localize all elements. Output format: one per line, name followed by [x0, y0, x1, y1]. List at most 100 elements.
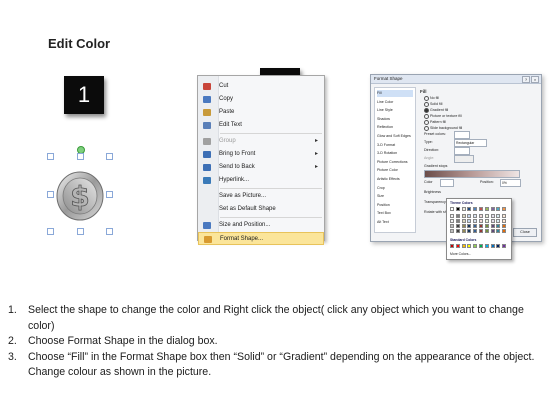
color-swatch-shade[interactable]: [484, 229, 489, 233]
nav-item-picture-color[interactable]: Picture Color: [377, 167, 413, 174]
color-swatch-theme[interactable]: [490, 207, 495, 211]
color-swatch-standard[interactable]: [502, 244, 507, 248]
color-swatch-theme[interactable]: [455, 207, 460, 211]
color-swatch-tint[interactable]: [450, 219, 454, 223]
color-swatch-tint[interactable]: [502, 219, 507, 223]
nav-item-3-d-format[interactable]: 3-D Format: [377, 142, 413, 149]
nav-item-line-color[interactable]: Line Color: [377, 99, 413, 106]
menu-item-format-shape[interactable]: Format Shape...: [198, 232, 324, 245]
color-swatch-tint[interactable]: [473, 214, 478, 218]
type-dropdown[interactable]: Rectangular: [454, 139, 487, 147]
color-swatch-tint[interactable]: [490, 219, 495, 223]
nav-item-shadow[interactable]: Shadow: [377, 116, 413, 123]
radio-button[interactable]: [424, 113, 429, 119]
menu-item-set-as-default-shape[interactable]: Set as Default Shape: [198, 203, 324, 216]
color-swatch-shade[interactable]: [467, 224, 472, 228]
color-swatch-theme[interactable]: [450, 207, 454, 211]
color-swatch-tint[interactable]: [461, 219, 466, 223]
color-swatch-tint[interactable]: [479, 219, 483, 223]
menu-item-cut[interactable]: Cut: [198, 80, 324, 93]
direction-dropdown[interactable]: [454, 147, 470, 155]
color-swatch-theme[interactable]: [496, 207, 501, 211]
color-swatch-tint[interactable]: [496, 214, 501, 218]
menu-item-size-and-position[interactable]: Size and Position...: [198, 219, 324, 232]
preset-colors-dropdown[interactable]: [454, 131, 470, 139]
color-swatch-tint[interactable]: [455, 219, 460, 223]
nav-item-position[interactable]: Position: [377, 202, 413, 209]
color-swatch-tint[interactable]: [455, 214, 460, 218]
color-swatch-shade[interactable]: [479, 229, 483, 233]
menu-item-copy[interactable]: Copy: [198, 93, 324, 106]
nav-item-picture-corrections[interactable]: Picture Corrections: [377, 159, 413, 166]
radio-button[interactable]: [424, 119, 429, 125]
color-swatch-shade[interactable]: [461, 224, 466, 228]
close-button[interactable]: Close: [513, 228, 537, 237]
color-swatch-shade[interactable]: [490, 229, 495, 233]
color-swatch-shade[interactable]: [473, 229, 478, 233]
color-swatch-shade[interactable]: [502, 229, 507, 233]
color-swatch-shade[interactable]: [479, 224, 483, 228]
menu-item-paste[interactable]: Paste: [198, 106, 324, 119]
color-swatch-standard[interactable]: [479, 244, 483, 248]
menu-item-send-to-back[interactable]: Send to Back ▸: [198, 161, 324, 174]
radio-button[interactable]: [424, 101, 429, 107]
nav-item-fill[interactable]: Fill: [377, 90, 413, 97]
menu-item-bring-to-front[interactable]: Bring to Front ▸: [198, 148, 324, 161]
color-swatch-standard[interactable]: [461, 244, 466, 248]
nav-item-alt-text[interactable]: Alt Text: [377, 219, 413, 226]
color-swatch-tint[interactable]: [502, 214, 507, 218]
close-icon[interactable]: ×: [531, 76, 539, 83]
nav-item-artistic-effects[interactable]: Artistic Effects: [377, 176, 413, 183]
color-swatch-shade[interactable]: [455, 229, 460, 233]
radio-button[interactable]: [424, 107, 429, 113]
color-swatch-theme[interactable]: [502, 207, 507, 211]
color-swatch-standard[interactable]: [473, 244, 478, 248]
color-swatch-standard[interactable]: [450, 244, 454, 248]
color-swatch-shade[interactable]: [473, 224, 478, 228]
color-swatch-theme[interactable]: [461, 207, 466, 211]
more-colors-link[interactable]: More Colors...: [450, 252, 471, 256]
nav-item-reflection[interactable]: Reflection: [377, 124, 413, 131]
nav-item-size[interactable]: Size: [377, 193, 413, 200]
color-swatch-tint[interactable]: [461, 214, 466, 218]
color-swatch-tint[interactable]: [467, 219, 472, 223]
radio-button[interactable]: [424, 125, 429, 131]
color-swatch-shade[interactable]: [455, 224, 460, 228]
color-swatch-standard[interactable]: [490, 244, 495, 248]
selected-shape[interactable]: $: [47, 146, 113, 235]
color-swatch-standard[interactable]: [455, 244, 460, 248]
menu-item-edit-text[interactable]: Edit Text: [198, 119, 324, 132]
color-swatch-shade[interactable]: [467, 229, 472, 233]
color-swatch-standard[interactable]: [496, 244, 501, 248]
color-swatch-shade[interactable]: [490, 224, 495, 228]
color-swatch-shade[interactable]: [496, 224, 501, 228]
color-swatch-shade[interactable]: [461, 229, 466, 233]
color-swatch-shade[interactable]: [450, 229, 454, 233]
color-swatch-standard[interactable]: [484, 244, 489, 248]
gradient-stops-bar[interactable]: [424, 170, 520, 178]
color-swatch-tint[interactable]: [467, 214, 472, 218]
menu-item-hyperlink[interactable]: Hyperlink...: [198, 174, 324, 187]
color-swatch-shade[interactable]: [484, 224, 489, 228]
color-swatch-standard[interactable]: [467, 244, 472, 248]
color-swatch-tint[interactable]: [496, 219, 501, 223]
color-swatch-shade[interactable]: [496, 229, 501, 233]
menu-item-save-as-picture[interactable]: Save as Picture...: [198, 190, 324, 203]
color-swatch-tint[interactable]: [479, 214, 483, 218]
radio-button[interactable]: [424, 95, 429, 101]
color-swatch-theme[interactable]: [467, 207, 472, 211]
color-swatch-tint[interactable]: [484, 219, 489, 223]
nav-item-crop[interactable]: Crop: [377, 185, 413, 192]
color-dropdown[interactable]: [440, 179, 454, 187]
nav-item-glow-and-soft-edges[interactable]: Glow and Soft Edges: [377, 133, 413, 140]
color-swatch-shade[interactable]: [502, 224, 507, 228]
color-swatch-tint[interactable]: [484, 214, 489, 218]
color-swatch-theme[interactable]: [473, 207, 478, 211]
color-swatch-shade[interactable]: [450, 224, 454, 228]
color-swatch-tint[interactable]: [473, 219, 478, 223]
nav-item-line-style[interactable]: Line Style: [377, 107, 413, 114]
nav-item-text-box[interactable]: Text Box: [377, 210, 413, 217]
color-swatch-theme[interactable]: [479, 207, 483, 211]
color-swatch-tint[interactable]: [490, 214, 495, 218]
color-swatch-theme[interactable]: [484, 207, 489, 211]
